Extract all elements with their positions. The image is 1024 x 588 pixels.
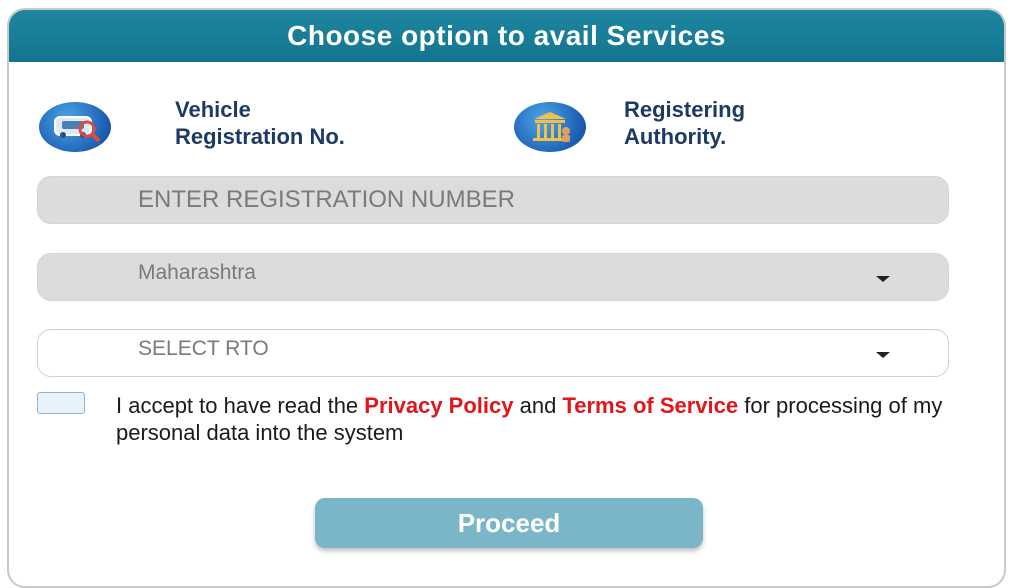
chevron-down-icon xyxy=(876,352,890,358)
option-registering-authority[interactable]: Registering Authority. xyxy=(514,96,864,152)
car-search-icon xyxy=(39,102,111,152)
state-select-value: Maharashtra xyxy=(138,261,256,284)
chevron-down-icon xyxy=(876,276,890,282)
option-authority-label: Registering Authority. xyxy=(624,96,864,150)
consent-text: I accept to have read the Privacy Policy… xyxy=(116,392,976,446)
consent-checkbox[interactable] xyxy=(37,392,85,414)
card-header: Choose option to avail Services xyxy=(9,10,1004,62)
option-vehicle-line1: Vehicle xyxy=(175,97,251,122)
state-select[interactable]: Maharashtra xyxy=(37,253,949,301)
option-vehicle-registration[interactable]: Vehicle Registration No. xyxy=(39,96,495,152)
option-authority-line2: Authority. xyxy=(624,124,727,149)
proceed-button[interactable]: Proceed xyxy=(315,498,703,548)
government-building-icon xyxy=(514,102,586,152)
consent-text-and: and xyxy=(513,393,563,418)
rto-select[interactable]: SELECT RTO xyxy=(37,329,949,377)
option-vehicle-line2: Registration No. xyxy=(175,124,345,149)
registration-number-input[interactable]: ENTER REGISTRATION NUMBER xyxy=(37,176,949,224)
option-vehicle-label: Vehicle Registration No. xyxy=(175,96,495,150)
consent-text-before: I accept to have read the xyxy=(116,393,365,418)
registration-number-placeholder: ENTER REGISTRATION NUMBER xyxy=(138,186,515,213)
option-authority-line1: Registering xyxy=(624,97,746,122)
privacy-policy-link[interactable]: Privacy Policy xyxy=(364,393,513,418)
service-card: Choose option to avail Services Vehicle … xyxy=(7,8,1006,588)
rto-select-value: SELECT RTO xyxy=(138,337,269,360)
terms-of-service-link[interactable]: Terms of Service xyxy=(562,393,738,418)
